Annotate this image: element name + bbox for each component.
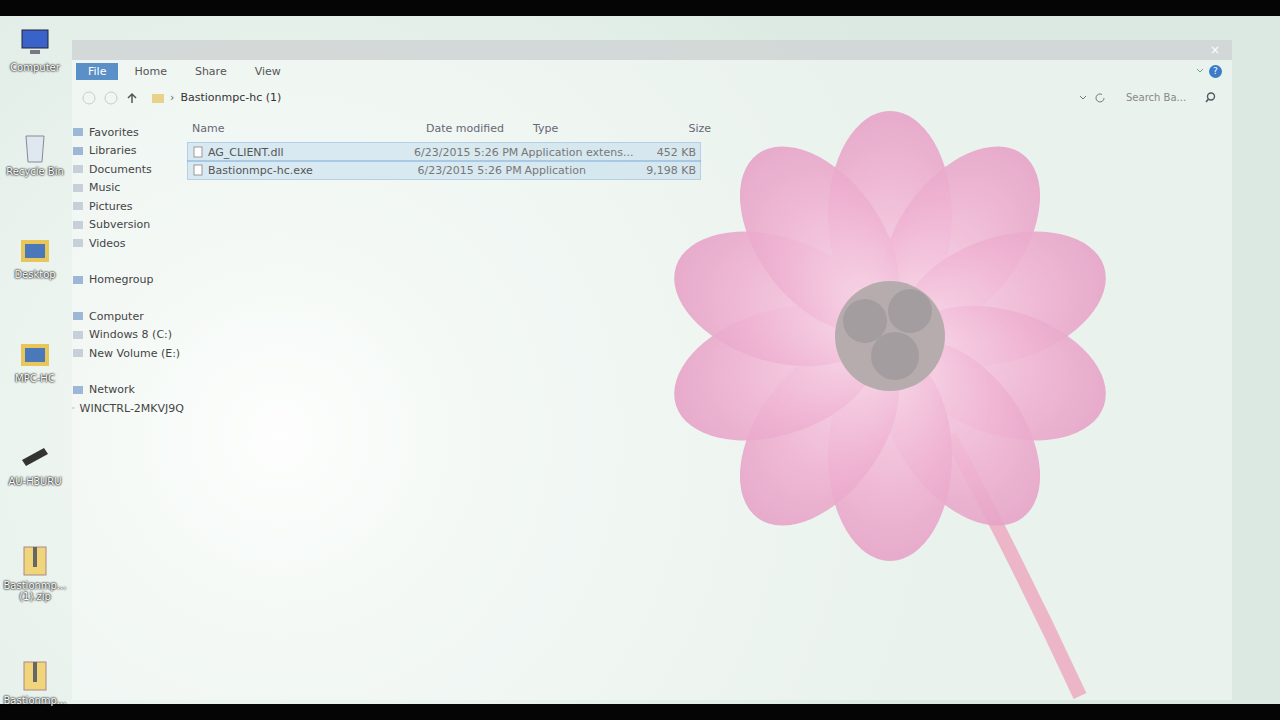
ribbon-tab[interactable]: View — [243, 63, 293, 80]
sidebar-item-icon — [72, 145, 84, 157]
ribbon-tab[interactable]: Share — [183, 63, 239, 80]
sidebar-item[interactable]: Pictures — [72, 197, 184, 216]
up-arrow-icon[interactable] — [126, 92, 138, 104]
ribbon-tab[interactable]: File — [76, 63, 118, 80]
file-name: AG_CLIENT.dll — [188, 146, 410, 159]
sidebar-item[interactable]: Computer — [72, 307, 184, 326]
address-bar[interactable]: › Bastionmpc-hc (1) — [146, 88, 1112, 107]
desktop: × FileHome ShareView? › Bastionmpc-hc (1) Sea… — [0, 16, 1280, 704]
expand-ribbon-icon[interactable] — [1195, 66, 1205, 76]
search-icon — [1205, 92, 1216, 103]
file-icon — [192, 164, 204, 176]
refresh-icon[interactable] — [1094, 92, 1106, 104]
recycle-icon — [18, 130, 52, 164]
file-size: 452 KB — [637, 146, 700, 159]
sidebar-item[interactable]: Network — [72, 381, 184, 400]
computer-icon — [18, 26, 52, 60]
folder-icon — [18, 233, 52, 267]
sidebar-item[interactable]: Music — [72, 179, 184, 198]
bottom-bar — [0, 704, 1280, 720]
dropdown-icon[interactable] — [1078, 93, 1088, 103]
column-header[interactable]: Size — [649, 122, 715, 135]
sidebar-item[interactable]: Libraries — [72, 142, 184, 161]
sidebar-item[interactable]: New Volume (E:) — [72, 344, 184, 363]
sidebar-item-icon — [72, 329, 84, 341]
address-row: › Bastionmpc-hc (1) Search Ba... — [72, 82, 1232, 113]
sidebar-item-icon — [72, 347, 84, 359]
sidebar-item[interactable]: Windows 8 (C:) — [72, 326, 184, 345]
folder-icon — [18, 337, 52, 371]
explorer-window[interactable]: × FileHome ShareView? › Bastionmpc-hc (1) Sea… — [72, 40, 1232, 700]
file-icon — [192, 146, 204, 158]
desktop-icon[interactable]: MPC-HC — [0, 337, 70, 385]
search-placeholder: Search Ba... — [1126, 92, 1201, 103]
breadcrumb[interactable]: Bastionmpc-hc (1) — [180, 91, 281, 104]
file-type: Application — [520, 164, 636, 177]
sidebar-item-icon — [72, 237, 84, 249]
desktop-icon[interactable]: Recycle Bin — [0, 130, 70, 178]
title-bar: × — [72, 40, 1232, 60]
search-field[interactable]: Search Ba... — [1120, 89, 1222, 106]
sidebar-item-icon — [72, 126, 84, 138]
top-bar — [0, 0, 1280, 16]
sidebar-item[interactable]: Subversion — [72, 216, 184, 235]
sidebar-item-icon — [72, 274, 84, 286]
sidebar-item-icon — [72, 182, 84, 194]
desktop-icon[interactable]: Computer — [0, 26, 70, 74]
zip-icon — [18, 659, 52, 693]
desktop-icon[interactable]: Desktop — [0, 233, 70, 281]
close-button[interactable]: × — [1210, 43, 1220, 57]
desktop-icon[interactable]: Bastionmp... (1).zip — [0, 544, 70, 603]
sidebar-item-icon — [72, 200, 84, 212]
sidebar-item[interactable]: Homegroup — [72, 271, 184, 290]
ribbon: FileHome ShareView? — [72, 60, 1232, 82]
column-headers: NameDate modifiedTypeSize — [188, 119, 1232, 137]
navigation-pane: FavoritesLibrariesDocumentsMusicPictures… — [72, 113, 184, 700]
window-body: FavoritesLibrariesDocumentsMusicPictures… — [72, 113, 1232, 700]
column-header[interactable]: Type — [529, 122, 649, 135]
screen: × FileHome ShareView? › Bastionmpc-hc (1) Sea… — [0, 0, 1280, 720]
table-row[interactable]: AG_CLIENT.dll6/23/2015 5:26 PMApplicatio… — [188, 143, 700, 161]
desktop-icon[interactable]: Bastionmp... — [0, 659, 70, 707]
sidebar-item[interactable]: Favorites — [72, 123, 184, 142]
forward-icon[interactable] — [104, 91, 118, 105]
column-header[interactable]: Date modified — [422, 122, 529, 135]
desktop-icon[interactable]: AU-H3URU — [0, 440, 70, 488]
sidebar-item-icon — [72, 402, 75, 414]
ribbon-tab[interactable]: Home — [122, 63, 178, 80]
file-name: Bastionmpc-hc.exe — [188, 164, 413, 177]
sidebar-item-icon — [72, 219, 84, 231]
date-modified: 6/23/2015 5:26 PM — [410, 146, 517, 159]
date-modified: 6/23/2015 5:26 PM — [413, 164, 520, 177]
zip-icon — [18, 544, 52, 578]
file-size: 9,198 KB — [636, 164, 700, 177]
sidebar-item-icon — [72, 384, 84, 396]
help-button[interactable]: ? — [1209, 65, 1222, 78]
file-type: Application extens... — [517, 146, 637, 159]
sidebar-item[interactable]: Videos — [72, 234, 184, 253]
folder-icon — [152, 93, 164, 103]
sidebar-item[interactable]: Documents — [72, 160, 184, 179]
column-header[interactable]: Name — [188, 122, 422, 135]
file-list: NameDate modifiedTypeSize AG_CLIENT.dll6… — [184, 113, 1232, 700]
sidebar-item-icon — [72, 310, 84, 322]
desktop-icons: Computer Recycle Bin Desktop MPC-HC AU-H3URU… — [0, 26, 70, 706]
table-row[interactable]: Bastionmpc-hc.exe6/23/2015 5:26 PMApplic… — [188, 161, 700, 179]
sidebar-item-icon — [72, 163, 84, 175]
sidebar-item[interactable]: WINCTRL-2MKVJ9Q — [72, 399, 184, 418]
back-icon[interactable] — [82, 91, 96, 105]
app-icon — [18, 440, 52, 474]
breadcrumb-separator-icon: › — [170, 91, 174, 104]
